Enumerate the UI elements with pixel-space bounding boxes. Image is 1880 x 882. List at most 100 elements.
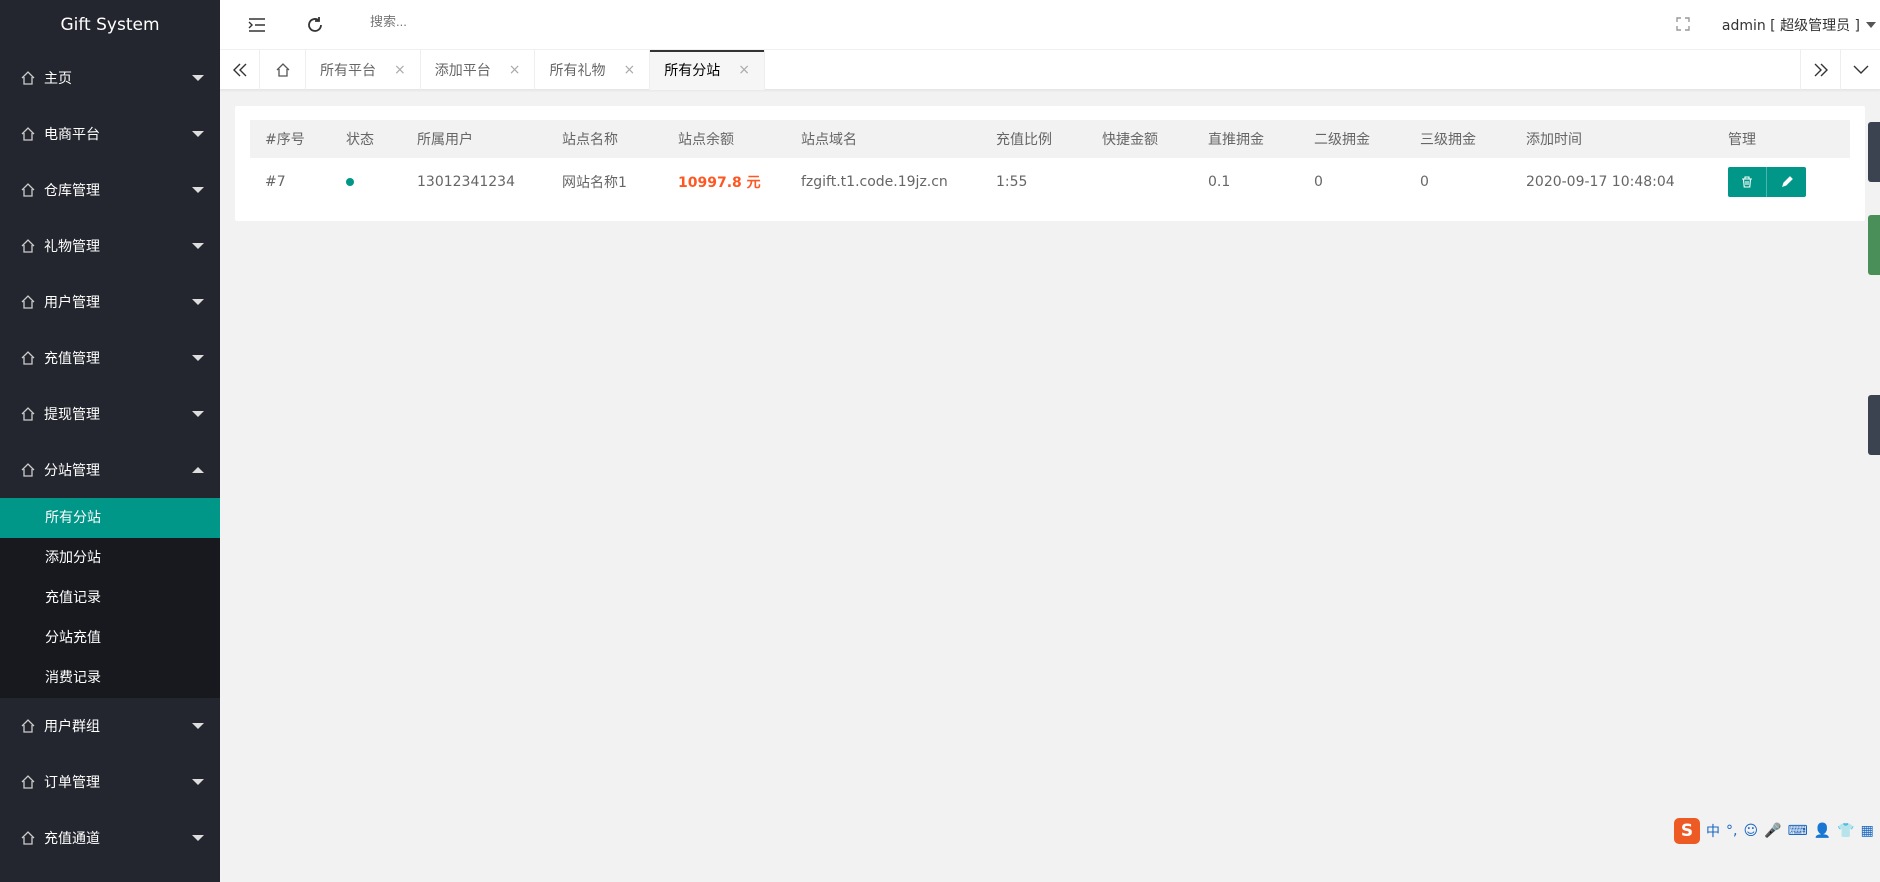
cell-user: 13012341234 [417, 174, 515, 190]
cell-level3-commission: 0 [1420, 174, 1429, 190]
home-icon [21, 831, 35, 845]
cell-added-time: 2020-09-17 10:48:04 [1526, 174, 1675, 190]
sidebar-item[interactable]: 电商平台 [0, 106, 220, 162]
cell-site-name: 网站名称1 [562, 175, 627, 191]
tab-home[interactable] [260, 50, 306, 90]
refresh-icon[interactable] [304, 14, 326, 36]
sidebar-item-label: 用户管理 [44, 295, 100, 311]
shirt-icon[interactable]: 👕 [1837, 823, 1854, 839]
sidebar-item[interactable]: 分站管理 [0, 442, 220, 498]
chevron-up-icon [192, 467, 204, 473]
tab[interactable]: 添加平台 × [421, 50, 536, 90]
tab-scroll-left-icon[interactable] [220, 50, 260, 90]
tab[interactable]: 所有分站 × [650, 50, 765, 90]
tab-bar: 所有平台 × 添加平台 × 所有礼物 × 所有分站 × [220, 50, 1880, 90]
status-cell [331, 158, 402, 206]
home-icon [276, 63, 289, 77]
tab-label: 所有平台 [320, 63, 376, 79]
floating-widget[interactable] [1868, 215, 1880, 275]
mic-icon[interactable]: 🎤 [1764, 823, 1781, 839]
sidebar-item[interactable]: 充值通道 [0, 810, 220, 866]
user-label: admin [ 超级管理员 ] [1721, 18, 1860, 34]
column-header: #序号 [265, 132, 305, 148]
home-icon [21, 351, 35, 365]
sidebar-item[interactable]: 提现管理 [0, 386, 220, 442]
sidebar-subitem[interactable]: 添加分站 [0, 538, 220, 578]
chevron-down-icon [192, 411, 204, 417]
user-icon[interactable]: 👤 [1814, 823, 1831, 839]
tab[interactable]: 所有礼物 × [535, 50, 651, 90]
home-icon [21, 775, 35, 789]
close-icon[interactable]: × [509, 62, 521, 78]
close-icon[interactable]: × [738, 62, 750, 78]
sidebar-item[interactable]: 充值管理 [0, 330, 220, 386]
cell-balance: 10997.8 元 [678, 175, 761, 191]
table-header-row: #序号 状态 所属用户 站点名称 站点余额 站点域名 充值比例 快捷金额 直推拥金 二级拥金 三级拥… [250, 120, 1850, 158]
sidebar-subitem[interactable]: 所有分站 [0, 498, 220, 538]
sidebar-item-label: 电商平台 [44, 127, 100, 143]
sidebar-item-label: 主页 [44, 71, 72, 87]
column-header: 站点名称 [562, 132, 618, 148]
column-header: 二级拥金 [1314, 132, 1370, 148]
column-header: 三级拥金 [1420, 132, 1476, 148]
sidebar-item[interactable]: 订单管理 [0, 754, 220, 810]
cell-direct-commission: 0.1 [1208, 174, 1231, 190]
tab[interactable]: 所有平台 × [306, 50, 421, 90]
floating-widget[interactable] [1868, 395, 1880, 455]
close-icon[interactable]: × [394, 62, 406, 78]
delete-button[interactable] [1728, 167, 1767, 197]
sidebar-subitem[interactable]: 消费记录 [0, 658, 220, 698]
user-menu[interactable]: admin [ 超级管理员 ] [1722, 15, 1876, 35]
sidebar-item[interactable]: 仓库管理 [0, 162, 220, 218]
column-header: 快捷金额 [1102, 132, 1158, 148]
cell-id: #7 [265, 174, 286, 190]
fullscreen-icon[interactable] [1675, 16, 1693, 34]
sidebar-item[interactable]: 礼物管理 [0, 218, 220, 274]
keyboard-icon[interactable]: ⌨ [1788, 823, 1808, 839]
grid-icon[interactable]: ▦ [1861, 823, 1874, 839]
chevron-down-icon [192, 131, 204, 137]
tab-scroll-right-icon[interactable] [1800, 50, 1840, 90]
cell-actions [1713, 158, 1850, 206]
chevron-down-icon [192, 299, 204, 305]
sidebar-subitem[interactable]: 充值记录 [0, 578, 220, 618]
content-card: #序号 状态 所属用户 站点名称 站点余额 站点域名 充值比例 快捷金额 直推拥金 二级拥金 三级拥… [235, 106, 1865, 221]
chevron-down-icon [192, 187, 204, 193]
cell-quick-amount [1087, 158, 1193, 206]
sidebar-item-label: 充值通道 [44, 831, 100, 847]
tab-actions-dropdown-icon[interactable] [1840, 50, 1880, 90]
ime-toolbar[interactable]: S 中 °, ☺ 🎤 ⌨ 👤 👕 ▦ [1674, 818, 1874, 844]
tab-label: 添加平台 [434, 63, 491, 79]
menu-toggle-icon[interactable] [246, 14, 268, 36]
sidebar-item-label: 用户群组 [44, 719, 100, 735]
smile-icon[interactable]: ☺ [1743, 823, 1758, 839]
floating-widget[interactable] [1868, 122, 1880, 182]
tab-label: 所有分站 [664, 63, 721, 79]
top-header: admin [ 超级管理员 ] [220, 0, 1880, 50]
sidebar-subitem[interactable]: 分站充值 [0, 618, 220, 658]
sidebar-item[interactable]: 用户管理 [0, 274, 220, 330]
column-header: 状态 [346, 132, 374, 148]
ime-mode[interactable]: 中 [1706, 821, 1720, 841]
search-input[interactable] [370, 14, 670, 29]
sogou-logo-icon[interactable]: S [1674, 818, 1700, 844]
home-icon [21, 183, 35, 197]
column-header: 站点域名 [801, 132, 857, 148]
home-icon [21, 407, 35, 421]
sidebar-item[interactable]: 用户群组 [0, 698, 220, 754]
sidebar-item-label: 仓库管理 [44, 183, 100, 199]
edit-button[interactable] [1767, 167, 1806, 197]
home-icon [21, 295, 35, 309]
tab-label: 所有礼物 [549, 63, 606, 79]
ime-punct[interactable]: °, [1726, 823, 1737, 839]
sidebar-item[interactable]: 主页 [0, 50, 220, 106]
chevron-down-icon [192, 75, 204, 81]
home-icon [21, 71, 35, 85]
sidebar-item-label: 订单管理 [44, 775, 100, 791]
subnav-branch: 所有分站 添加分站 充值记录 分站充值 消费记录 [0, 498, 220, 698]
column-header: 直推拥金 [1208, 132, 1264, 148]
close-icon[interactable]: × [623, 62, 635, 78]
app-logo: Gift System [0, 0, 220, 50]
cell-level2-commission: 0 [1314, 174, 1323, 190]
trash-icon [1742, 176, 1752, 188]
